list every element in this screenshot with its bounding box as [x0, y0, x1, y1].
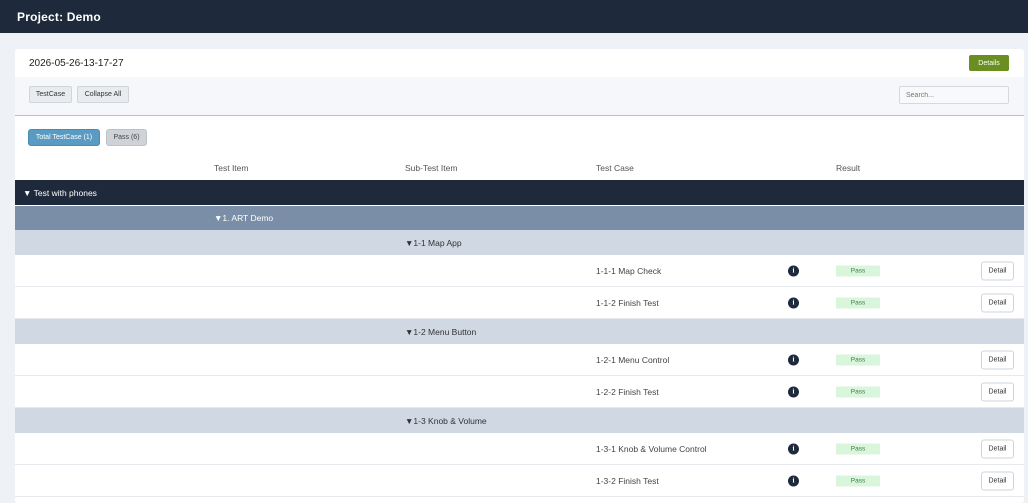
detail-button[interactable]: Detail — [981, 293, 1014, 312]
result-badge: Pass — [836, 475, 880, 486]
search-input[interactable] — [899, 86, 1009, 104]
col-result: Result — [836, 163, 861, 173]
detail-button[interactable]: Detail — [981, 471, 1014, 490]
group-label: ▼ Test with phones — [23, 187, 97, 198]
group-row[interactable]: ▼ Test with phones — [15, 180, 1024, 205]
test-case-name: 1-3-1 Knob & Volume Control — [596, 443, 707, 454]
result-badge: Pass — [836, 386, 880, 397]
total-testcase-filter[interactable]: Total TestCase (1) — [28, 129, 100, 146]
test-item-label: ▼1. ART Demo — [214, 213, 274, 223]
detail-button[interactable]: Detail — [981, 350, 1014, 369]
col-sub-test-item: Sub-Test Item — [405, 163, 458, 173]
col-test-item: Test Item — [214, 163, 249, 173]
test-item-row[interactable]: ▼1. ART Demo — [15, 205, 1024, 230]
project-title: Project: Demo — [17, 9, 101, 24]
detail-button[interactable]: Detail — [981, 382, 1014, 401]
test-case-row: 1-3-2 Finish Test i Pass Detail — [15, 465, 1024, 497]
info-icon[interactable]: i — [788, 386, 799, 397]
test-case-row: 1-3-1 Knob & Volume Control i Pass Detai… — [15, 433, 1024, 465]
app-header: Project: Demo — [0, 0, 1028, 33]
report-timestamp: 2026-05-26-13-17-27 — [29, 57, 124, 69]
detail-button[interactable]: Detail — [981, 261, 1014, 280]
test-case-row: 1-1-2 Finish Test i Pass Detail — [15, 287, 1024, 319]
test-case-name: 1-1-2 Finish Test — [596, 297, 659, 308]
info-icon[interactable]: i — [788, 297, 799, 308]
test-case-row: 1-2-2 Finish Test i Pass Detail — [15, 376, 1024, 408]
test-case-row: 1-2-1 Menu Control i Pass Detail — [15, 344, 1024, 376]
info-icon[interactable]: i — [788, 475, 799, 486]
testcase-button[interactable]: TestCase — [29, 86, 72, 103]
test-case-name: 1-2-2 Finish Test — [596, 386, 659, 397]
sub-test-item-row[interactable]: ▼1-2 Menu Button — [15, 319, 1024, 344]
filter-bar: Total TestCase (1) Pass (6) — [28, 129, 147, 146]
col-test-case: Test Case — [596, 163, 634, 173]
collapse-all-button[interactable]: Collapse All — [77, 86, 129, 103]
sub-test-item-label: ▼1-2 Menu Button — [405, 326, 477, 337]
test-case-name: 1-3-2 Finish Test — [596, 475, 659, 486]
toolbar: TestCase Collapse All — [15, 77, 1024, 116]
info-icon[interactable]: i — [788, 265, 799, 276]
details-button[interactable]: Details — [969, 55, 1009, 71]
results-tree: ▼ Test with phones ▼1. ART Demo ▼1-1 Map… — [15, 180, 1024, 497]
result-badge: Pass — [836, 265, 880, 276]
sub-test-item-label: ▼1-3 Knob & Volume — [405, 415, 487, 426]
test-case-row: 1-1-1 Map Check i Pass Detail — [15, 255, 1024, 287]
result-badge: Pass — [836, 354, 880, 365]
sub-test-item-row[interactable]: ▼1-3 Knob & Volume — [15, 408, 1024, 433]
info-icon[interactable]: i — [788, 354, 799, 365]
result-badge: Pass — [836, 297, 880, 308]
detail-button[interactable]: Detail — [981, 439, 1014, 458]
test-case-name: 1-1-1 Map Check — [596, 265, 662, 276]
pass-filter[interactable]: Pass (6) — [106, 129, 147, 146]
test-case-name: 1-2-1 Menu Control — [596, 354, 670, 365]
sub-test-item-label: ▼1-1 Map App — [405, 237, 462, 248]
sub-test-item-row[interactable]: ▼1-1 Map App — [15, 230, 1024, 255]
report-card: 2026-05-26-13-17-27 Details TestCase Col… — [15, 49, 1024, 503]
result-badge: Pass — [836, 443, 880, 454]
report-header: 2026-05-26-13-17-27 Details — [15, 49, 1024, 77]
column-headers: Test Item Sub-Test Item Test Case Result — [15, 157, 1024, 181]
info-icon[interactable]: i — [788, 443, 799, 454]
